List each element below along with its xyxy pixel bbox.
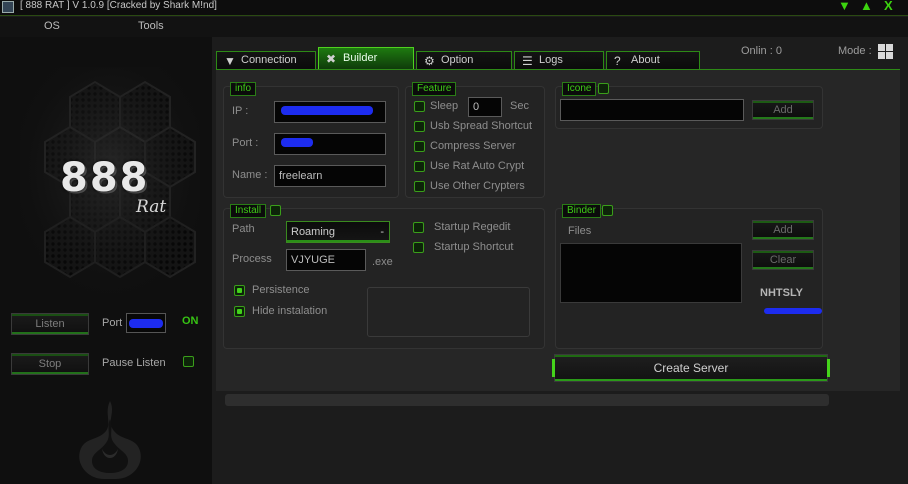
gear-icon: ⚙ <box>424 54 435 68</box>
icone-group: Icone Add <box>555 82 823 129</box>
builder-panel: info IP : Port : Name : freelearn Featur… <box>216 69 900 406</box>
port-label: Port : <box>232 137 259 149</box>
rat-auto-crypt-checkbox[interactable] <box>414 161 425 172</box>
sleep-input[interactable]: 0 <box>468 97 502 117</box>
sleep-label: Sleep <box>430 100 459 112</box>
menu-os[interactable]: OS <box>44 20 60 32</box>
startup-regedit-label: Startup Regedit <box>434 221 511 233</box>
hide-instalation-checkbox[interactable] <box>234 306 245 317</box>
ip-input[interactable] <box>274 101 386 123</box>
other-crypters-label: Use Other Crypters <box>430 180 525 192</box>
install-title: Install <box>230 204 267 218</box>
plug-icon: ▼ <box>224 54 236 68</box>
window-title: [ 888 RAT ] V 1.0.9 [Cracked by Shark M!… <box>20 0 217 11</box>
usb-spread-label: Usb Spread Shortcut <box>430 120 533 132</box>
maximize-icon[interactable]: ▲ <box>860 0 873 14</box>
name-input[interactable]: freelearn <box>274 165 386 187</box>
tab-about[interactable]: ? About <box>606 51 700 69</box>
startup-shortcut-checkbox[interactable] <box>413 242 424 253</box>
tab-option[interactable]: ⚙ Option <box>416 51 512 69</box>
persistence-checkbox[interactable] <box>234 285 245 296</box>
binder-add-button[interactable]: Add <box>752 220 814 240</box>
ip-label: IP : <box>232 105 249 117</box>
mode-label: Mode : <box>838 45 872 57</box>
path-dropdown[interactable]: Roaming - <box>286 221 390 243</box>
menu-bar: OS Tools <box>0 17 908 37</box>
online-count: Onlin : 0 <box>741 45 782 57</box>
tab-builder[interactable]: ✖ Builder <box>318 47 414 69</box>
feature-title: Feature <box>412 82 457 96</box>
title-bar: [ 888 RAT ] V 1.0.9 [Cracked by Shark M!… <box>0 0 908 16</box>
main-area: Onlin : 0 Mode : ▼ Connection ✖ Builder ⚙ O… <box>212 37 908 484</box>
compress-server-checkbox[interactable] <box>414 141 425 152</box>
binder-clear-button[interactable]: Clear <box>752 250 814 270</box>
info-group: info IP : Port : Name : freelearn <box>223 82 399 198</box>
question-icon: ? <box>614 54 621 68</box>
process-label: Process <box>232 253 272 265</box>
binder-checkbox[interactable] <box>602 205 613 216</box>
tools-icon: ✖ <box>326 52 337 66</box>
listen-button[interactable]: Listen <box>11 313 89 335</box>
install-checkbox[interactable] <box>270 205 281 216</box>
rat-auto-crypt-label: Use Rat Auto Crypt <box>430 160 525 172</box>
minimize-icon[interactable]: ▼ <box>838 0 851 14</box>
persistence-label: Persistence <box>252 284 310 296</box>
hide-instalation-label: Hide instalation <box>252 305 328 317</box>
listen-status: ON <box>182 315 199 327</box>
feature-group: Feature Sleep 0 Sec Usb Spread Shortcut … <box>405 82 545 198</box>
redaction-mark <box>764 308 822 314</box>
icone-title: Icone <box>562 82 597 96</box>
compress-server-label: Compress Server <box>430 140 516 152</box>
tab-logs[interactable]: ☰ Logs <box>514 51 604 69</box>
name-label: Name : <box>232 169 268 181</box>
binder-group: Binder Files Add Clear NHTSLY <box>555 204 823 349</box>
startup-regedit-checkbox[interactable] <box>413 222 424 233</box>
sleep-unit: Sec <box>510 100 529 112</box>
files-label: Files <box>568 225 592 237</box>
binder-tag: NHTSLY <box>760 287 803 299</box>
logo-subtitle: Rat <box>136 197 167 217</box>
port-input[interactable] <box>274 133 386 155</box>
stop-button[interactable]: Stop <box>11 353 89 375</box>
process-input[interactable]: VJYUGE <box>286 249 366 271</box>
create-server-button[interactable]: Create Server <box>552 354 830 382</box>
menu-tools[interactable]: Tools <box>138 20 164 32</box>
icone-add-button[interactable]: Add <box>752 100 814 120</box>
sleep-checkbox[interactable] <box>414 101 425 112</box>
dropdown-arrow-icon: - <box>380 226 384 238</box>
icone-path-input[interactable] <box>560 99 744 121</box>
port-input[interactable] <box>126 313 166 333</box>
close-icon[interactable]: X <box>884 0 893 14</box>
app-icon <box>2 1 14 13</box>
tribal-logo-icon <box>79 401 141 479</box>
install-preview-box <box>367 287 530 337</box>
port-label: Port <box>102 317 123 329</box>
files-list[interactable] <box>560 243 742 303</box>
path-label: Path <box>232 223 255 235</box>
pause-listen-checkbox[interactable] <box>183 356 194 367</box>
tab-connection[interactable]: ▼ Connection <box>216 51 316 69</box>
icone-checkbox[interactable] <box>598 83 609 94</box>
build-progress-bar <box>225 394 829 406</box>
pause-listen-label: Pause Listen <box>102 357 166 369</box>
usb-spread-checkbox[interactable] <box>414 121 425 132</box>
info-title: info <box>230 82 257 96</box>
process-ext: .exe <box>372 256 393 268</box>
other-crypters-checkbox[interactable] <box>414 181 425 192</box>
logo-text: 888 <box>60 155 150 201</box>
list-icon: ☰ <box>522 54 533 68</box>
binder-title: Binder <box>562 204 601 218</box>
windows-icon <box>878 44 893 59</box>
startup-shortcut-label: Startup Shortcut <box>434 241 514 253</box>
sidebar: 888 Rat Listen Port ON Stop Pause Listen <box>0 37 212 484</box>
